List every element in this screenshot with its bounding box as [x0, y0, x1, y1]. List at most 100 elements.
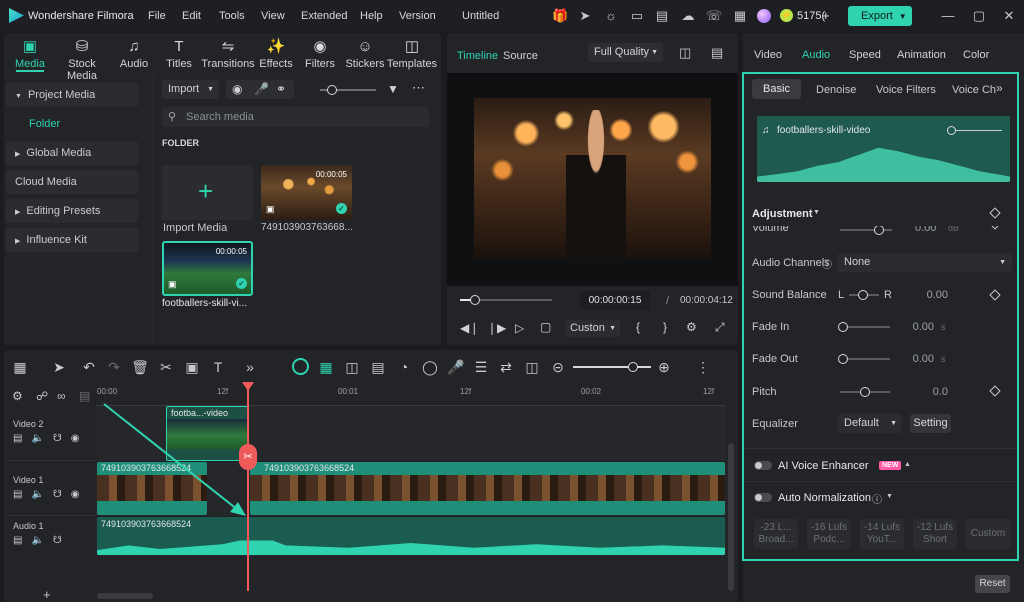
play-reverse-icon[interactable]: ❘▶ [487, 321, 506, 335]
zoom-in-icon[interactable]: ⊕ [655, 358, 673, 376]
add-credits-icon[interactable]: + [822, 8, 830, 23]
zoom-out-icon[interactable]: ⊝ [549, 358, 567, 376]
mark-in-icon[interactable]: { [636, 320, 640, 334]
more-tools-icon[interactable]: » [241, 358, 259, 376]
clip-video-1b[interactable]: 749103903763668524 [250, 462, 725, 515]
equalizer-setting-button[interactable]: Setting [910, 414, 951, 433]
redo-icon[interactable]: ↷ [105, 358, 123, 376]
prev-frame-icon[interactable]: ◀❘ [460, 321, 479, 335]
snapshot-icon[interactable]: ▤ [711, 45, 723, 61]
media-clip-thumb-1[interactable]: 00:00:05 ▣ ✓ [261, 165, 352, 220]
tab-timeline[interactable]: Timeline [457, 50, 498, 62]
monitor-icon[interactable]: ▭ [629, 8, 645, 24]
settings-icon[interactable]: ⚙ [686, 320, 697, 334]
preset-podcast[interactable]: -16 Lufs Podc... [807, 519, 851, 549]
sidebar-item-influence-kit[interactable]: ▶ Influence Kit [6, 228, 138, 252]
search-input[interactable]: Search media [186, 111, 254, 123]
keyframe-diamond-icon[interactable] [989, 226, 1001, 230]
help-icon[interactable]: ⓘ [872, 491, 882, 506]
timeline-options-icon[interactable]: ⋮ [694, 358, 712, 376]
cloud-icon[interactable]: ☁ [680, 8, 696, 24]
tab-stock-media[interactable]: ⛁ Stock Media [56, 38, 108, 82]
close-icon[interactable]: ✕ [1001, 8, 1017, 24]
tab-stickers[interactable]: ☺ Stickers [339, 38, 391, 70]
add-track-icon[interactable]: + [43, 587, 51, 602]
menu-help[interactable]: Help [360, 10, 383, 22]
crop-icon[interactable]: ▣ [183, 358, 201, 376]
track-icons[interactable]: ▤🔈☋ [13, 535, 71, 546]
custom-dropdown[interactable]: Custon ▼ [565, 320, 620, 337]
record-group[interactable]: ◉ 🎤 ⚭ [226, 80, 294, 99]
track-icons[interactable]: ▤🔈☋◉ [13, 489, 89, 500]
headset-icon[interactable]: ☏ [706, 8, 722, 24]
tab-video[interactable]: Video [754, 49, 782, 61]
menu-extended[interactable]: Extended [301, 10, 347, 22]
vertical-scrollbar[interactable] [728, 443, 734, 591]
ai-voice-enhancer-toggle[interactable] [754, 461, 772, 470]
tab-animation[interactable]: Animation [897, 49, 946, 61]
media-clip-thumb-2[interactable]: 00:00:05 ▣ ✓ [162, 241, 253, 296]
shield-icon[interactable]: ◯ [421, 358, 439, 376]
track-icons[interactable]: ▤🔈☋◉ [13, 433, 89, 444]
tab-audio[interactable]: Audio [802, 49, 830, 61]
search-field[interactable]: ⚲ Search media [162, 107, 429, 127]
grid-icon[interactable]: ▦ [732, 8, 748, 24]
tab-basic[interactable]: Basic [752, 79, 801, 99]
preset-youtube[interactable]: -14 Lufs YouT... [860, 519, 904, 549]
reset-button[interactable]: Reset [975, 575, 1010, 593]
auto-beat-icon[interactable]: ▦ [317, 358, 335, 376]
volume-slider-knob[interactable] [874, 226, 884, 235]
expand-caret-icon[interactable]: ▲ [904, 461, 911, 468]
voiceover-icon[interactable]: ⚭ [276, 80, 286, 99]
menu-view[interactable]: View [261, 10, 285, 22]
fullscreen-icon[interactable]: ⤢ [715, 320, 725, 335]
tab-transitions[interactable]: ⇋ Transitions [201, 38, 255, 70]
pitch-value[interactable]: 0.0 [920, 386, 948, 398]
quality-dropdown[interactable]: Full Quality ▼ [588, 43, 663, 62]
send-icon[interactable]: ➤ [577, 8, 593, 24]
sidebar-item-project-media[interactable]: ▼ Project Media [6, 83, 138, 107]
tab-source[interactable]: Source [503, 50, 538, 62]
cut-icon[interactable]: ✂ [157, 358, 175, 376]
stop-icon[interactable]: ▢ [540, 320, 551, 334]
link-icon[interactable]: ☍ [36, 389, 48, 403]
avatar[interactable] [757, 9, 771, 23]
export-button[interactable]: Export ▼ [848, 6, 912, 26]
fade-out-value[interactable]: 0.00 [906, 353, 934, 365]
track-settings-icon[interactable]: ⚙ [12, 389, 23, 403]
chain-icon[interactable]: ∞ [57, 389, 66, 403]
sticker-icon[interactable]: ◫ [343, 358, 361, 376]
clip-volume-line[interactable] [952, 130, 1002, 131]
maximize-icon[interactable]: ▢ [971, 8, 987, 24]
timeline-zoom-knob[interactable] [628, 362, 638, 372]
tab-voice-filters[interactable]: Voice Filters [876, 84, 936, 96]
clip-volume-knob[interactable] [947, 126, 956, 135]
more-tabs-icon[interactable]: » [996, 81, 1003, 95]
layout-icon[interactable]: ▦ [11, 358, 29, 376]
import-dropdown[interactable]: Import ▼ [162, 80, 219, 99]
pitch-slider-knob[interactable] [860, 387, 870, 397]
tab-templates[interactable]: ◫ Templates [386, 38, 438, 70]
mixer-icon[interactable]: ☰ [472, 358, 490, 376]
caption-icon[interactable]: ▤ [79, 389, 90, 403]
mic-icon[interactable]: 🎤 [447, 358, 465, 376]
tab-voice-changer[interactable]: Voice Ch [952, 84, 996, 96]
sidebar-item-cloud-media[interactable]: Cloud Media [6, 170, 138, 194]
playback-progress-knob[interactable] [470, 295, 480, 305]
menu-file[interactable]: File [148, 10, 166, 22]
sidebar-item-editing-presets[interactable]: ▶ Editing Presets [6, 199, 138, 223]
audio-channels-dropdown[interactable]: None ▼ [838, 253, 1012, 272]
equalizer-dropdown[interactable]: Default ▼ [838, 414, 902, 433]
filter-icon[interactable]: ▼ [387, 82, 399, 96]
expand-caret-icon[interactable]: ▼ [886, 493, 893, 500]
preset-custom[interactable]: Custom [966, 519, 1010, 549]
undo-icon[interactable]: ↶ [80, 358, 98, 376]
microphone-icon[interactable]: 🎤 [254, 80, 269, 99]
volume-slider-track[interactable] [840, 229, 892, 231]
play-icon[interactable]: ▷ [515, 321, 524, 335]
text-tool-icon[interactable]: T [209, 358, 227, 376]
speed-icon[interactable]: ◔ [395, 358, 413, 376]
lightbulb-icon[interactable]: ☼ [603, 8, 619, 24]
import-media-tile[interactable]: + [162, 165, 253, 220]
ai-copilot-icon[interactable] [292, 358, 309, 375]
